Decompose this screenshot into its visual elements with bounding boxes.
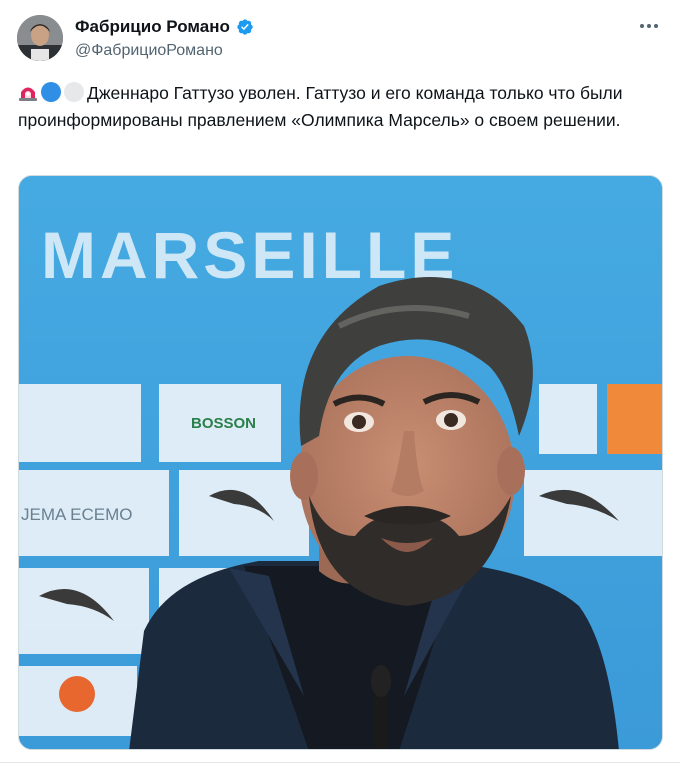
dot bbox=[640, 24, 644, 28]
sponsor-text-jema: JEMA ECEMO bbox=[21, 505, 132, 524]
tweet-card: Фабрицио Романо @ФабрициоРомано Дженнаро… bbox=[0, 0, 680, 768]
dot bbox=[654, 24, 658, 28]
dot bbox=[647, 24, 651, 28]
tweet-media-image[interactable]: MARSEILLE BOSSON JEMA ECEMO bbox=[18, 175, 663, 750]
white-circle-emoji-icon bbox=[64, 82, 84, 102]
tweet-text: Дженнаро Гаттузо уволен. Гаттузо и его к… bbox=[18, 80, 648, 134]
author-avatar[interactable] bbox=[17, 15, 63, 61]
siren-emoji-icon bbox=[19, 87, 37, 101]
tweet-body: Дженнаро Гаттузо уволен. Гаттузо и его к… bbox=[18, 83, 623, 130]
divider bbox=[0, 762, 680, 763]
more-options-icon[interactable] bbox=[636, 18, 662, 34]
sponsor-text-bosson: BOSSON bbox=[191, 415, 256, 432]
author-handle[interactable]: @ФабрициоРомано bbox=[75, 41, 223, 61]
backdrop-marseille-text: MARSEILLE bbox=[41, 218, 458, 292]
avatar-image bbox=[17, 15, 63, 61]
verified-badge-icon bbox=[237, 19, 253, 35]
blue-circle-emoji-icon bbox=[41, 82, 61, 102]
author-name[interactable]: Фабрицио Романо bbox=[75, 17, 230, 37]
press-conference-photo: MARSEILLE BOSSON JEMA ECEMO bbox=[19, 176, 662, 749]
author-name-row[interactable]: Фабрицио Романо bbox=[75, 17, 254, 37]
